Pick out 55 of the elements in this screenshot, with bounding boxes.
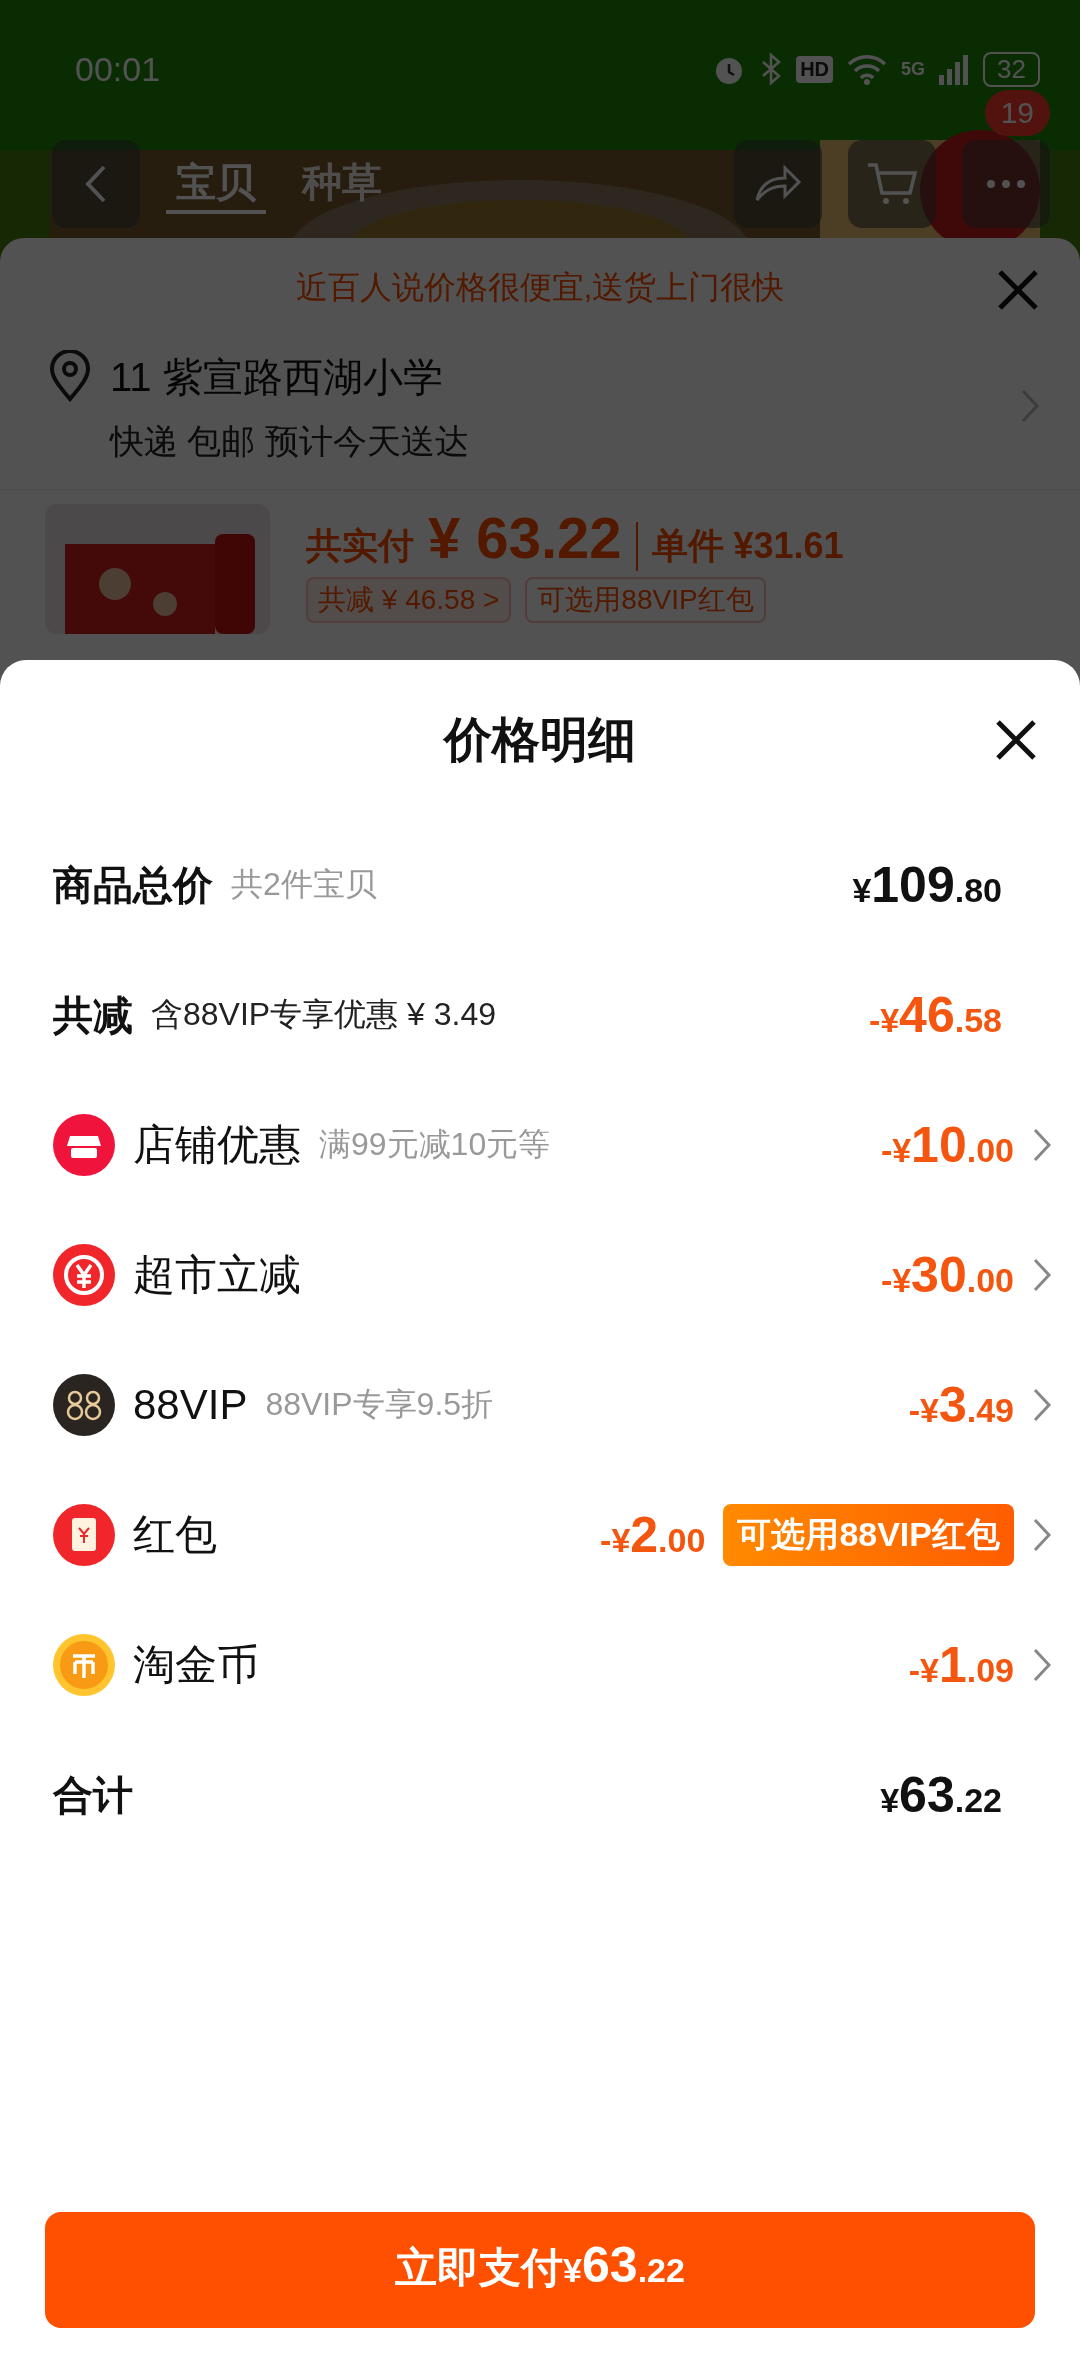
row-note: 含88VIP专享优惠 ¥ 3.49 [151,995,497,1034]
network-label: 5G [901,58,926,80]
address-text: 11 紫宣路西湖小学 [110,354,444,401]
chevron-icon [1032,1257,1052,1293]
row-label: 店铺优惠 [133,1120,301,1170]
row-label: 淘金币 [133,1640,259,1690]
row-note: 88VIP专享9.5折 [265,1385,494,1424]
amount-text: -¥1.09 [908,1636,1014,1694]
coin-icon [53,1634,115,1696]
battery-level: 32 [983,51,1040,87]
notice-text: 近百人说价格很便宜,送货上门很快 [295,268,785,307]
row-label: 商品总价 [53,861,213,909]
amount-text: -¥46.58 [868,986,1002,1044]
nav-tab[interactable]: 宝贝 [166,154,266,214]
back-icon [84,164,108,204]
paid-label: 共实付 [306,524,414,568]
amount-text: -¥2.00 [600,1506,706,1564]
hd-indicator: HD [796,55,834,83]
row-note: 满99元减10元等 [319,1125,551,1164]
amount-text: ¥109.80 [852,856,1002,914]
row-label: 88VIP [133,1381,248,1429]
status-time: 00:01 [75,49,161,89]
cart-icon [866,161,918,207]
wifi-icon [847,53,888,85]
discount-chip[interactable]: 共减 ¥ 46.58 > [306,577,512,623]
location-pin-icon [48,350,92,402]
bluetooth-icon [760,52,783,86]
amount-text: -¥30.00 [880,1246,1014,1304]
row-label: 红包 [133,1510,217,1560]
amount-text: -¥10.00 [880,1116,1014,1174]
chevron-icon [1032,1647,1052,1683]
delivery-text: 快递 包邮 预计今天送达 [110,421,470,462]
share-icon [753,164,803,204]
unit-price: 单件 ¥31.61 [635,522,844,571]
amount-text: -¥3.49 [908,1376,1014,1434]
row-label: 共减 [53,991,133,1039]
vip-tag[interactable]: 可选用88VIP红包 [723,1504,1014,1566]
pay-button[interactable]: 立即支付¥63.22 [45,2212,1035,2328]
more-icon [986,179,1026,189]
yen-icon [53,1244,115,1306]
row-label: 合计 [53,1771,133,1819]
chevron-icon [1032,1517,1052,1553]
close-button[interactable] [994,718,1038,762]
signal-icon [939,53,970,85]
chevron-icon [1032,1127,1052,1163]
gift-envelope-icon [53,1504,115,1566]
row-note: 共2件宝贝 [231,865,377,904]
row-label: 超市立减 [133,1250,301,1300]
vip-icon [53,1374,115,1436]
vip-chip[interactable]: 可选用88VIP红包 [525,577,766,623]
paid-price: ¥ 63.22 [428,504,622,571]
sheet-title: 价格明细 [444,712,636,768]
amount-text: ¥63.22 [880,1766,1002,1824]
chevron-icon [1032,1387,1052,1423]
shop-icon [53,1114,115,1176]
